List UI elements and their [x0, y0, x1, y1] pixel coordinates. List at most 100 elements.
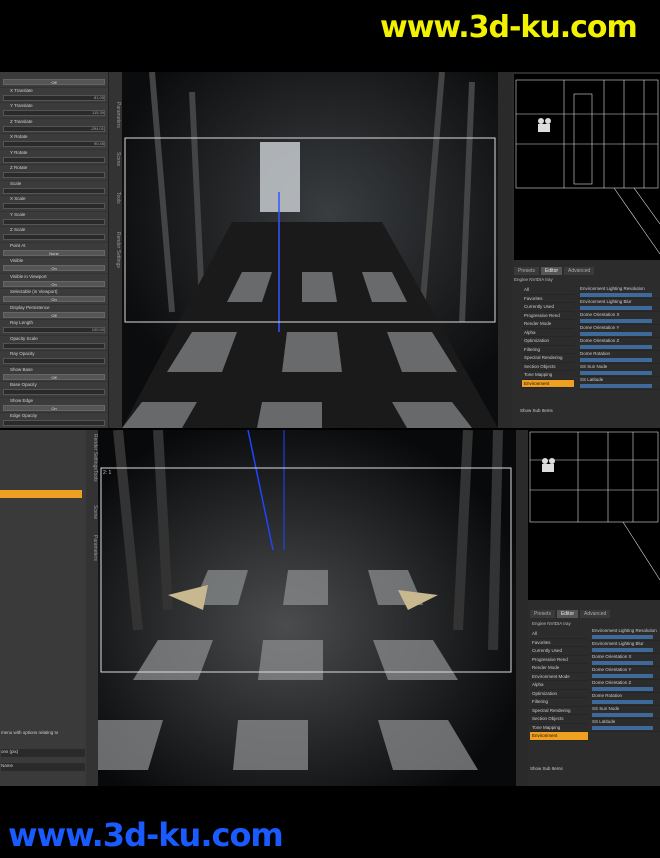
- parameter-toggle[interactable]: On: [3, 265, 105, 271]
- category-item[interactable]: Render Mode: [530, 664, 588, 673]
- category-item[interactable]: Environment: [522, 379, 574, 388]
- property-slider[interactable]: [580, 306, 652, 310]
- parameter-slider[interactable]: [3, 172, 105, 178]
- tab-scene[interactable]: Scene: [111, 152, 121, 166]
- parameter-toggle[interactable]: None: [3, 249, 105, 256]
- property-slider[interactable]: [580, 293, 652, 297]
- main-viewport[interactable]: [122, 72, 498, 428]
- category-item[interactable]: All: [530, 630, 588, 639]
- parameter-slider[interactable]: [3, 141, 105, 147]
- parameter-slider[interactable]: [3, 234, 105, 240]
- parameter-value[interactable]: 81.05: [94, 95, 104, 100]
- tab-editor-2[interactable]: Editor: [556, 610, 579, 618]
- parameter-value[interactable]: -294.01: [90, 126, 104, 131]
- category-item[interactable]: Spectral Rendering: [522, 354, 574, 363]
- help-field[interactable]: ons (pix): [1, 749, 85, 757]
- category-item[interactable]: Alpha: [522, 329, 574, 337]
- parameter-toggle[interactable]: On: [3, 280, 105, 287]
- category-item[interactable]: Alpha: [530, 681, 588, 690]
- tab-tools[interactable]: Tools: [111, 192, 121, 204]
- property-slider[interactable]: [580, 384, 652, 388]
- category-item[interactable]: Currently Used: [522, 303, 574, 312]
- tab-advanced-2[interactable]: Advanced: [580, 610, 611, 618]
- tab-editor[interactable]: Editor: [540, 267, 563, 275]
- parameter-toggle[interactable]: On: [3, 296, 105, 302]
- parameter-toggle[interactable]: Off: [3, 373, 105, 380]
- category-item[interactable]: Tone Mapping: [530, 724, 588, 732]
- aux-viewport-2[interactable]: [528, 430, 660, 600]
- category-item[interactable]: Filtering: [530, 698, 588, 707]
- parameter-slider[interactable]: [3, 110, 105, 116]
- property-label: Environment Lighting Blur: [580, 299, 632, 304]
- property-slider[interactable]: [592, 687, 654, 691]
- parameter-slider[interactable]: [3, 156, 105, 163]
- tab-advanced[interactable]: Advanced: [564, 267, 595, 275]
- category-item[interactable]: Environment Mode: [530, 673, 588, 681]
- parameter-row: Show Edge On: [0, 398, 108, 413]
- category-item[interactable]: All: [522, 286, 574, 295]
- parameter-slider[interactable]: [3, 218, 105, 225]
- tab-parameters[interactable]: Parameters: [111, 102, 121, 128]
- parameter-row: Ray Length 100.00: [0, 320, 108, 336]
- parameter-toggle[interactable]: On: [3, 404, 105, 411]
- category-item[interactable]: Favorites: [522, 295, 574, 303]
- parameter-value[interactable]: 100.00: [92, 327, 104, 332]
- tab-tools-2[interactable]: Tools: [88, 470, 98, 482]
- property-slider[interactable]: [592, 726, 654, 730]
- category-item[interactable]: Section Objects: [530, 715, 588, 724]
- property-slider[interactable]: [592, 713, 654, 717]
- parameter-slider[interactable]: [3, 389, 105, 395]
- tab-render-settings-2[interactable]: Render Settings: [88, 434, 98, 470]
- category-item[interactable]: Tone Mapping: [522, 371, 574, 380]
- parameter-slider[interactable]: [3, 420, 105, 426]
- show-sub-items[interactable]: Show Sub Items: [520, 408, 553, 413]
- show-sub-items-2[interactable]: Show Sub Items: [530, 766, 563, 771]
- category-item[interactable]: Favorites: [530, 639, 588, 647]
- category-item[interactable]: Section Objects: [522, 363, 574, 371]
- parameter-value[interactable]: 90.45: [94, 141, 104, 146]
- tab-presets[interactable]: Presets: [514, 267, 539, 275]
- category-item[interactable]: Currently Used: [530, 647, 588, 656]
- parameter-label: Edge Opacity: [10, 413, 38, 418]
- tab-presets-2[interactable]: Presets: [530, 610, 555, 618]
- property-slider[interactable]: [592, 661, 654, 665]
- category-item[interactable]: Render Mode: [522, 320, 574, 329]
- category-item[interactable]: Progressive Rend: [522, 312, 574, 320]
- parameter-slider[interactable]: [3, 327, 105, 333]
- property-row: SS Sun Node: [578, 364, 660, 377]
- parameter-slider[interactable]: [3, 203, 105, 209]
- parameter-value[interactable]: 115.39: [92, 110, 104, 115]
- tab-parameters-2[interactable]: Parameters: [88, 535, 98, 561]
- parameter-slider[interactable]: [3, 358, 105, 364]
- parameter-toggle[interactable]: Off: [3, 79, 105, 85]
- parameter-slider[interactable]: [3, 187, 105, 194]
- property-slider[interactable]: [592, 635, 654, 639]
- parameter-toggle[interactable]: Off: [3, 311, 105, 318]
- property-slider[interactable]: [580, 358, 652, 362]
- property-slider[interactable]: [580, 371, 652, 375]
- category-item[interactable]: Progressive Rend: [530, 656, 588, 664]
- tab-scene-2[interactable]: Scene: [88, 505, 98, 519]
- aux-viewport[interactable]: [514, 74, 660, 260]
- property-slider[interactable]: [592, 700, 654, 704]
- parameter-slider[interactable]: [3, 94, 105, 101]
- main-viewport-2[interactable]: 2: 1: [98, 430, 516, 786]
- engine-label: Engine NVIDIA Iray: [514, 277, 553, 282]
- property-slider[interactable]: [580, 319, 652, 323]
- property-slider[interactable]: [592, 648, 654, 652]
- category-item[interactable]: Optimization: [530, 690, 588, 698]
- property-slider[interactable]: [580, 332, 652, 336]
- selected-row[interactable]: [0, 490, 82, 498]
- category-item[interactable]: Environment: [530, 732, 588, 741]
- category-item[interactable]: Optimization: [522, 337, 574, 346]
- viewport-toolbar[interactable]: [498, 72, 512, 428]
- property-row: Environment Lighting Blur: [578, 299, 660, 312]
- property-slider[interactable]: [580, 345, 652, 349]
- property-slider[interactable]: [592, 674, 654, 678]
- help-name[interactable]: Name: [1, 763, 85, 771]
- category-item[interactable]: Filtering: [522, 346, 574, 354]
- viewport-toolbar-2[interactable]: [516, 430, 528, 786]
- parameter-slider[interactable]: [3, 342, 105, 349]
- tab-render-settings[interactable]: Render Settings: [111, 232, 121, 268]
- category-item[interactable]: Spectral Rendering: [530, 707, 588, 715]
